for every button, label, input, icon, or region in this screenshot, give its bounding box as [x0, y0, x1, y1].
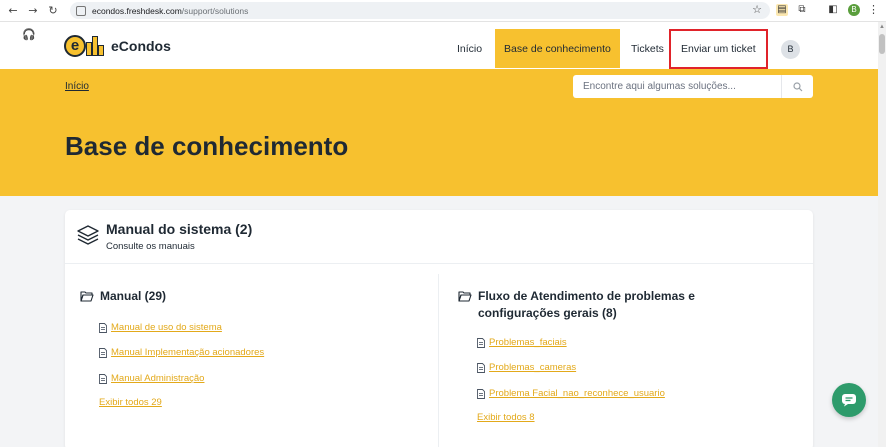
category-card: Manual do sistema (2) Consulte os manuai… [65, 210, 813, 447]
view-all-link[interactable]: Exibir todos 8 [477, 412, 535, 423]
page-scrollbar[interactable]: ▲ [878, 22, 886, 447]
back-icon[interactable]: ← [6, 4, 20, 18]
search-box [573, 75, 813, 98]
forward-icon[interactable]: → [26, 4, 40, 18]
column-divider [438, 274, 439, 447]
document-icon [477, 337, 485, 348]
browser-menu-icon[interactable]: ⋮ [868, 3, 879, 16]
search-icon [792, 81, 802, 91]
article-link[interactable]: Problemas_cameras [477, 362, 576, 373]
address-bar[interactable]: econdos.freshdesk.com/support/solutions … [70, 2, 770, 19]
article-link[interactable]: Manual de uso do sistema [99, 322, 222, 333]
page: 🎧 e eCondos Início Base de conhecimento … [0, 22, 878, 447]
econdos-logo-icon: e [64, 34, 104, 58]
folder-title[interactable]: Fluxo de Atendimento de problemas e confi… [478, 288, 695, 322]
nav-tickets[interactable]: Tickets [631, 29, 664, 68]
document-icon [477, 362, 485, 373]
scrollbar-thumb[interactable] [879, 34, 885, 54]
category-title[interactable]: Manual do sistema (2) [106, 221, 252, 237]
search-input[interactable] [583, 81, 773, 92]
headset-icon: 🎧 [22, 28, 36, 41]
reload-icon[interactable]: ↻ [46, 4, 60, 18]
folder-open-icon [458, 291, 472, 302]
browser-toolbar: ← → ↻ econdos.freshdesk.com/support/solu… [0, 0, 886, 22]
view-all-link[interactable]: Exibir todos 29 [99, 397, 162, 408]
nav-knowledge-base[interactable]: Base de conhecimento [495, 29, 620, 68]
scroll-up-icon[interactable]: ▲ [879, 24, 885, 30]
extensions-puzzle-icon[interactable]: ⧉ [796, 4, 808, 16]
page-title: Base de conhecimento [65, 131, 349, 161]
breadcrumb[interactable]: Início [65, 81, 89, 92]
nav-inicio[interactable]: Início [457, 29, 482, 68]
search-button[interactable] [781, 75, 813, 98]
user-avatar[interactable]: B [781, 40, 800, 59]
chat-icon [842, 394, 856, 407]
article-link[interactable]: Problema Facial_nao_reconhece_usuario [477, 388, 665, 399]
site-info-icon[interactable] [76, 5, 86, 16]
article-link[interactable]: Manual Implementação acionadores [99, 347, 264, 358]
document-icon [99, 373, 107, 384]
article-link[interactable]: Problemas_faciais [477, 337, 567, 348]
category-header: Manual do sistema (2) Consulte os manuai… [65, 210, 813, 264]
folder-title[interactable]: Manual (29) [100, 288, 166, 305]
hero-banner: Início Base de conhecimento [0, 69, 878, 196]
side-panel-icon[interactable]: ◧ [827, 4, 839, 16]
chat-widget-button[interactable] [832, 383, 866, 417]
browser-profile-avatar[interactable]: B [848, 4, 860, 16]
folder-open-icon [80, 291, 94, 302]
submit-ticket-button[interactable]: Enviar um ticket [669, 29, 768, 69]
brand-logo[interactable]: e eCondos [64, 34, 171, 58]
layers-icon [77, 225, 99, 245]
article-link[interactable]: Manual Administração [99, 373, 204, 384]
extension-icon[interactable]: ▤ [776, 4, 788, 16]
document-icon [99, 347, 107, 358]
site-header: 🎧 e eCondos Início Base de conhecimento … [0, 22, 878, 69]
document-icon [477, 388, 485, 399]
brand-name: eCondos [111, 38, 171, 54]
bookmark-star-icon[interactable]: ☆ [752, 3, 762, 16]
url-text: econdos.freshdesk.com/support/solutions [92, 5, 249, 16]
category-subtitle: Consulte os manuais [106, 241, 195, 252]
document-icon [99, 322, 107, 333]
